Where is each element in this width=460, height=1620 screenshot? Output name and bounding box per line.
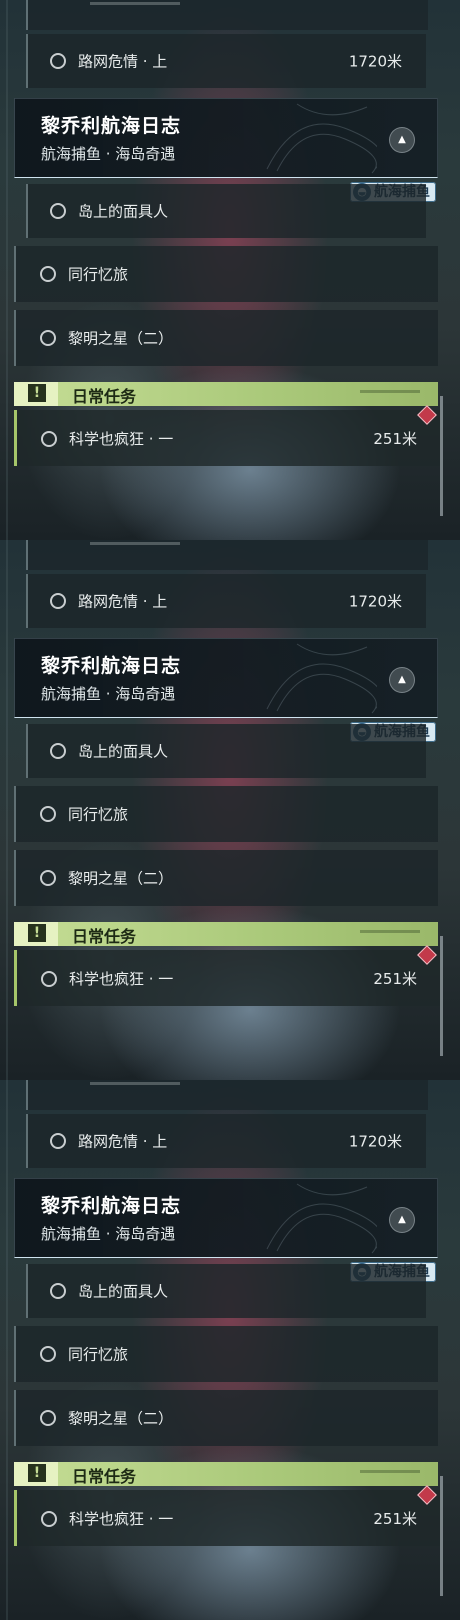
quest-status-circle-icon: [40, 266, 56, 282]
quest-item-label: 岛上的面具人: [78, 202, 169, 221]
chevron-up-icon[interactable]: ▲: [389, 1207, 415, 1233]
quest-item[interactable]: 同行忆旅: [14, 246, 438, 302]
topo-pattern: [266, 1183, 377, 1254]
quest-status-circle-icon: [50, 53, 66, 69]
quest-item[interactable]: 岛上的面具人: [26, 724, 426, 778]
quest-item-label: 黎明之星（二）: [68, 869, 174, 888]
quest-item-label: 黎明之星（二）: [68, 1409, 174, 1428]
quest-chain-subtitle: 航海捕鱼 · 海岛奇遇: [41, 145, 176, 163]
quest-status-circle-icon: [40, 330, 56, 346]
quest-status-circle-icon: [41, 1511, 57, 1527]
daily-quests-header[interactable]: ! 日常任务: [14, 922, 438, 946]
quest-item[interactable]: 黎明之星（二）: [14, 1390, 438, 1446]
scrollbar[interactable]: [440, 936, 443, 1056]
quest-item-label: 路网危情 · 上: [78, 52, 168, 71]
quest-distance: 1720米: [348, 1132, 402, 1151]
panel-edge: [6, 0, 8, 540]
daily-quests-header[interactable]: ! 日常任务: [14, 1462, 438, 1486]
quest-item-label: 岛上的面具人: [78, 1282, 169, 1301]
panel-edge: [6, 540, 8, 1080]
quest-status-circle-icon: [50, 1283, 66, 1299]
quest-item-route[interactable]: 路网危情 · 上 1720米: [26, 1114, 426, 1168]
exclamation-icon: !: [28, 924, 46, 942]
quest-status-circle-icon: [41, 971, 57, 987]
scrollbar[interactable]: [440, 396, 443, 516]
daily-quests-label: 日常任务: [72, 927, 137, 946]
quest-chain-title: 黎乔利航海日志: [41, 1195, 182, 1217]
header-deco: [360, 1470, 420, 1473]
quest-status-circle-icon: [50, 743, 66, 759]
quest-chain-subtitle: 航海捕鱼 · 海岛奇遇: [41, 685, 176, 703]
quest-chain-title: 黎乔利航海日志: [41, 655, 182, 677]
quest-distance: 251米: [373, 430, 417, 448]
quest-distance: 251米: [373, 1510, 417, 1528]
daily-quest-item[interactable]: 科学也疯狂 · 一 251米: [14, 950, 441, 1006]
quest-item[interactable]: 同行忆旅: [14, 1326, 438, 1382]
partial-text: [90, 1082, 180, 1085]
daily-quest-item[interactable]: 科学也疯狂 · 一 251米: [14, 410, 441, 466]
partial-text: [90, 2, 180, 5]
quest-status-circle-icon: [40, 806, 56, 822]
quest-item[interactable]: 岛上的面具人: [26, 1264, 426, 1318]
quest-chain-header[interactable]: 黎乔利航海日志 航海捕鱼 · 海岛奇遇 ▲: [14, 1178, 438, 1258]
chevron-up-icon[interactable]: ▲: [389, 667, 415, 693]
quest-status-circle-icon: [41, 431, 57, 447]
quest-item-partial: [26, 540, 428, 570]
daily-quests-header[interactable]: ! 日常任务: [14, 382, 438, 406]
topo-pattern: [266, 103, 377, 174]
quest-tracker-panel: 路网危情 · 上 1720米 黎乔利航海日志 航海捕鱼 · 海岛奇遇 ▲ ◓ 航…: [0, 1080, 460, 1620]
quest-chain-subtitle: 航海捕鱼 · 海岛奇遇: [41, 1225, 176, 1243]
quest-item-label: 科学也疯狂 · 一: [69, 970, 174, 988]
quest-item-label: 路网危情 · 上: [78, 592, 168, 611]
quest-tracker-panel: 路网危情 · 上 1720米 黎乔利航海日志 航海捕鱼 · 海岛奇遇 ▲ ◓ 航…: [0, 540, 460, 1080]
quest-chain-header[interactable]: 黎乔利航海日志 航海捕鱼 · 海岛奇遇 ▲: [14, 98, 438, 178]
quest-chain-title: 黎乔利航海日志: [41, 115, 182, 137]
quest-item-label: 同行忆旅: [68, 265, 129, 284]
quest-item-route[interactable]: 路网危情 · 上 1720米: [26, 34, 426, 88]
daily-quests-label: 日常任务: [72, 1467, 137, 1486]
topo-pattern: [266, 643, 377, 714]
quest-item[interactable]: 黎明之星（二）: [14, 310, 438, 366]
header-deco: [360, 390, 420, 393]
quest-status-circle-icon: [40, 870, 56, 886]
quest-status-circle-icon: [50, 593, 66, 609]
daily-quests-label: 日常任务: [72, 387, 137, 406]
panel-edge: [6, 1080, 8, 1620]
quest-status-circle-icon: [40, 1410, 56, 1426]
quest-status-circle-icon: [50, 1133, 66, 1149]
quest-distance: 1720米: [348, 52, 402, 71]
quest-item-label: 岛上的面具人: [78, 742, 169, 761]
quest-item-label: 科学也疯狂 · 一: [69, 430, 174, 448]
exclamation-icon: !: [28, 384, 46, 402]
quest-item[interactable]: 岛上的面具人: [26, 184, 426, 238]
exclamation-icon: !: [28, 1464, 46, 1482]
quest-item-label: 科学也疯狂 · 一: [69, 1510, 174, 1528]
quest-item-route[interactable]: 路网危情 · 上 1720米: [26, 574, 426, 628]
quest-item-label: 黎明之星（二）: [68, 329, 174, 348]
quest-chain-header[interactable]: 黎乔利航海日志 航海捕鱼 · 海岛奇遇 ▲: [14, 638, 438, 718]
quest-tracker-panel: 路网危情 · 上 1720米 黎乔利航海日志 航海捕鱼 · 海岛奇遇 ▲ ◓ 航…: [0, 0, 460, 540]
quest-item[interactable]: 黎明之星（二）: [14, 850, 438, 906]
quest-distance: 1720米: [348, 592, 402, 611]
quest-item[interactable]: 同行忆旅: [14, 786, 438, 842]
daily-quest-item[interactable]: 科学也疯狂 · 一 251米: [14, 1490, 441, 1546]
quest-item-label: 同行忆旅: [68, 805, 129, 824]
quest-item-label: 同行忆旅: [68, 1345, 129, 1364]
quest-distance: 251米: [373, 970, 417, 988]
scrollbar[interactable]: [440, 1476, 443, 1596]
quest-item-partial: [26, 0, 428, 30]
partial-text: [90, 542, 180, 545]
chevron-up-icon[interactable]: ▲: [389, 127, 415, 153]
quest-item-partial: [26, 1080, 428, 1110]
header-deco: [360, 930, 420, 933]
quest-item-label: 路网危情 · 上: [78, 1132, 168, 1151]
quest-status-circle-icon: [40, 1346, 56, 1362]
quest-status-circle-icon: [50, 203, 66, 219]
